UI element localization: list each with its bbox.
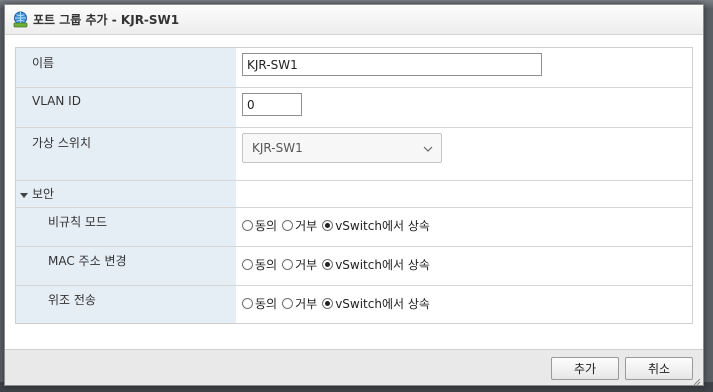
promiscuous-mode-options: 동의 거부 vSwitch에서 상속 bbox=[242, 217, 435, 234]
radio-accept[interactable]: 동의 bbox=[242, 217, 277, 234]
security-section-header[interactable]: 보안 bbox=[16, 181, 692, 208]
name-input[interactable] bbox=[242, 53, 542, 76]
radio-button[interactable] bbox=[242, 220, 253, 231]
port-group-form: 이름 VLAN ID 가상 스위치 bbox=[15, 47, 693, 324]
chevron-down-icon bbox=[423, 143, 433, 153]
radio-accept[interactable]: 동의 bbox=[242, 295, 277, 312]
resize-grip-icon[interactable] bbox=[693, 375, 701, 386]
cancel-button[interactable]: 취소 bbox=[625, 357, 693, 380]
triangle-down-icon[interactable] bbox=[20, 188, 28, 198]
forged-transmits-label: 위조 전송 bbox=[48, 293, 96, 307]
name-label: 이름 bbox=[32, 56, 55, 70]
vswitch-label: 가상 스위치 bbox=[32, 136, 92, 150]
promiscuous-mode-row: 비규칙 모드 동의 거부 vSwitch에서 상속 bbox=[16, 208, 692, 247]
promiscuous-mode-label: 비규칙 모드 bbox=[48, 215, 108, 229]
network-portgroup-icon bbox=[11, 11, 29, 29]
radio-reject[interactable]: 거부 bbox=[282, 217, 317, 234]
forged-transmits-options: 동의 거부 vSwitch에서 상속 bbox=[242, 295, 435, 312]
radio-inherit[interactable]: vSwitch에서 상속 bbox=[322, 256, 430, 273]
add-button[interactable]: 추가 bbox=[551, 357, 619, 380]
radio-button[interactable] bbox=[242, 259, 253, 270]
name-row: 이름 bbox=[16, 48, 692, 88]
vswitch-selected-value: KJR-SW1 bbox=[252, 141, 303, 155]
dialog-footer: 추가 취소 bbox=[5, 349, 703, 386]
vlan-label: VLAN ID bbox=[32, 94, 81, 108]
radio-accept[interactable]: 동의 bbox=[242, 256, 277, 273]
forged-transmits-row: 위조 전송 동의 거부 vSwitch에서 상속 bbox=[16, 286, 692, 323]
mac-address-changes-label: MAC 주소 변경 bbox=[48, 254, 127, 268]
vlan-row: VLAN ID bbox=[16, 88, 692, 128]
radio-button-selected[interactable] bbox=[322, 298, 334, 309]
dialog-title: 포트 그룹 추가 - KJR-SW1 bbox=[33, 13, 180, 27]
dialog-titlebar[interactable]: 포트 그룹 추가 - KJR-SW1 bbox=[5, 5, 703, 35]
radio-inherit[interactable]: vSwitch에서 상속 bbox=[322, 217, 430, 234]
radio-button[interactable] bbox=[242, 298, 253, 309]
radio-button[interactable] bbox=[282, 259, 294, 270]
vswitch-row: 가상 스위치 KJR-SW1 bbox=[16, 128, 692, 181]
add-port-group-dialog: 포트 그룹 추가 - KJR-SW1 이름 VLAN ID bbox=[4, 4, 704, 386]
vswitch-select[interactable]: KJR-SW1 bbox=[242, 133, 442, 163]
security-label: 보안 bbox=[32, 187, 55, 201]
vlan-id-input[interactable] bbox=[242, 93, 302, 116]
radio-button[interactable] bbox=[282, 220, 294, 231]
mac-address-changes-options: 동의 거부 vSwitch에서 상속 bbox=[242, 256, 435, 273]
radio-reject[interactable]: 거부 bbox=[282, 295, 317, 312]
radio-button[interactable] bbox=[282, 298, 294, 309]
radio-inherit[interactable]: vSwitch에서 상속 bbox=[322, 295, 430, 312]
dialog-content: 이름 VLAN ID 가상 스위치 bbox=[5, 35, 703, 349]
radio-button-selected[interactable] bbox=[322, 259, 334, 270]
radio-button-selected[interactable] bbox=[322, 220, 334, 231]
radio-reject[interactable]: 거부 bbox=[282, 256, 317, 273]
mac-address-changes-row: MAC 주소 변경 동의 거부 vSwitch에서 상속 bbox=[16, 247, 692, 286]
